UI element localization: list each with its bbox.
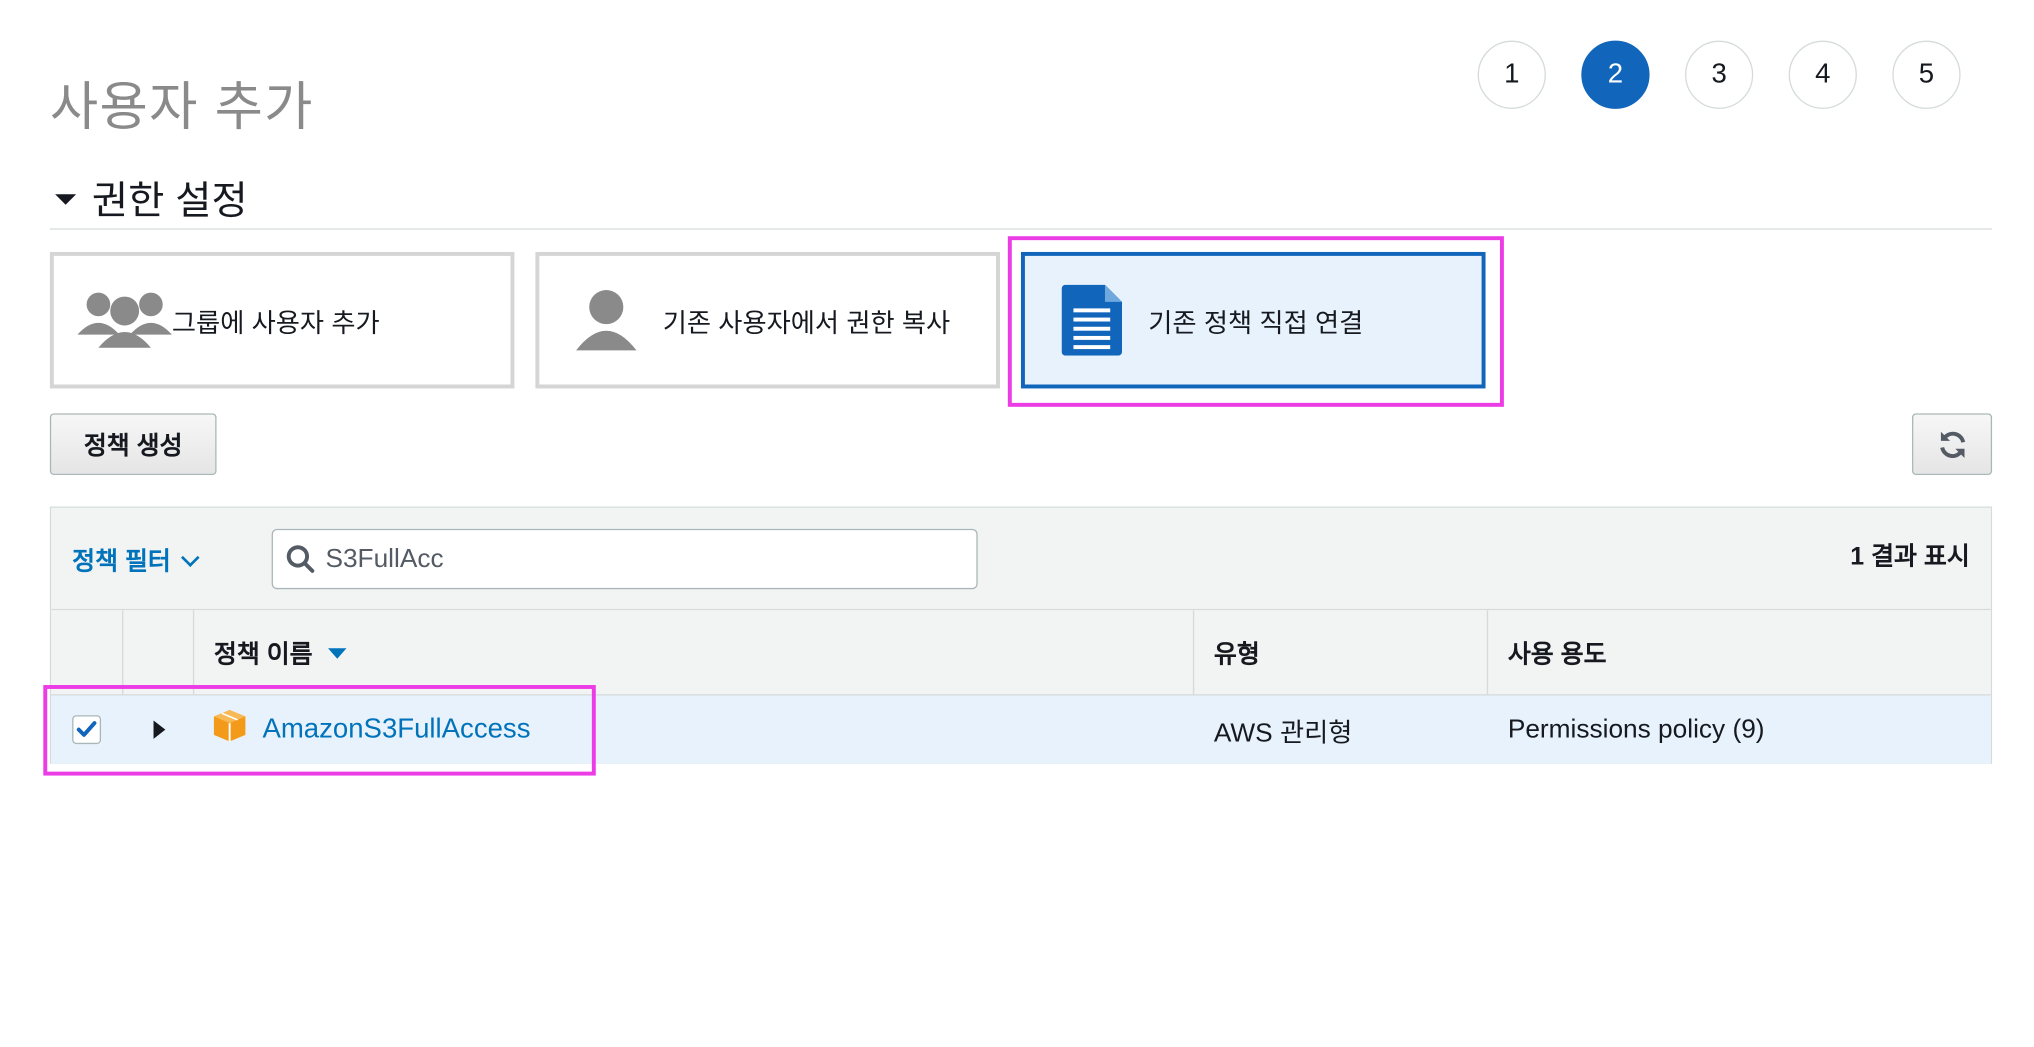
usage-header-label: 사용 용도 — [1507, 641, 1607, 669]
header-checkbox-col — [51, 610, 124, 695]
checkmark-icon — [76, 721, 97, 737]
policy-name-header-label: 정책 이름 — [213, 641, 313, 669]
group-users-icon — [77, 287, 172, 353]
search-input[interactable] — [322, 542, 958, 576]
policy-usage-cell: Permissions policy (9) — [1508, 696, 1980, 764]
option-label: 기존 정책 직접 연결 — [1148, 309, 1364, 338]
option-add-to-group[interactable]: 그룹에 사용자 추가 — [49, 251, 515, 389]
table-header: 정책 이름 유형 사용 용도 — [51, 610, 1992, 696]
row-checkbox[interactable] — [72, 715, 102, 745]
create-policy-button[interactable]: 정책 생성 — [49, 413, 217, 476]
step-5[interactable]: 5 — [1892, 40, 1961, 109]
add-user-page: 사용자 추가 1 2 3 4 5 권한 설정 그룹에 사용자 추가 기존 사용자… — [0, 0, 2034, 1047]
section-title: 권한 설정 — [91, 179, 248, 224]
policy-type-cell: AWS 관리형 — [1214, 696, 1476, 764]
option-attach-policies[interactable]: 기존 정책 직접 연결 — [1020, 251, 1486, 389]
refresh-icon — [1936, 428, 1967, 459]
policy-name-link[interactable]: AmazonS3FullAccess — [262, 714, 530, 745]
step-3[interactable]: 3 — [1684, 40, 1754, 109]
aws-managed-box-icon — [213, 709, 247, 743]
sort-desc-icon — [328, 648, 347, 659]
policy-usage: Permissions policy (9) — [1507, 714, 1765, 744]
search-icon — [286, 545, 315, 574]
option-label: 그룹에 사용자 추가 — [171, 309, 380, 338]
table-toolbar: 정책 필터 1 결과 표시 — [51, 507, 1991, 611]
option-label: 기존 사용자에서 권한 복사 — [662, 309, 951, 338]
document-icon — [1061, 284, 1123, 356]
policy-table: 정책 필터 1 결과 표시 정책 이름 — [49, 506, 1993, 764]
section-divider — [49, 228, 1993, 230]
step-1[interactable]: 1 — [1477, 40, 1546, 109]
permissions-section-toggle[interactable]: 권한 설정 — [55, 168, 248, 226]
policy-filter-dropdown[interactable]: 정책 필터 — [72, 542, 200, 577]
type-header-label: 유형 — [1213, 641, 1260, 669]
table-row[interactable]: AmazonS3FullAccess AWS 관리형 Permissions p… — [51, 695, 1991, 764]
policy-type: AWS 관리형 — [1213, 718, 1353, 748]
search-field[interactable] — [271, 528, 978, 590]
page-title: 사용자 추가 — [49, 78, 314, 137]
user-icon — [573, 287, 639, 353]
column-header-policy-name[interactable]: 정책 이름 — [194, 610, 1195, 695]
row-checkbox-cell — [72, 696, 111, 764]
header-expand-col — [123, 610, 195, 695]
refresh-button[interactable] — [1912, 413, 1993, 476]
chevron-down-icon — [181, 547, 200, 567]
wizard-steps: 1 2 3 4 5 — [1477, 40, 1961, 109]
step-4[interactable]: 4 — [1788, 40, 1857, 109]
caret-down-icon — [55, 194, 77, 205]
option-copy-permissions[interactable]: 기존 사용자에서 권한 복사 — [535, 251, 1000, 389]
step-2[interactable]: 2 — [1581, 40, 1650, 109]
column-header-usage[interactable]: 사용 용도 — [1488, 610, 1992, 694]
row-expand-toggle[interactable] — [153, 696, 180, 764]
result-count: 1 결과 표시 — [1850, 543, 1970, 571]
policy-filter-label: 정책 필터 — [72, 548, 171, 577]
caret-right-icon — [153, 720, 166, 739]
column-header-type[interactable]: 유형 — [1194, 610, 1489, 695]
policy-name-cell: AmazonS3FullAccess — [213, 696, 1132, 764]
